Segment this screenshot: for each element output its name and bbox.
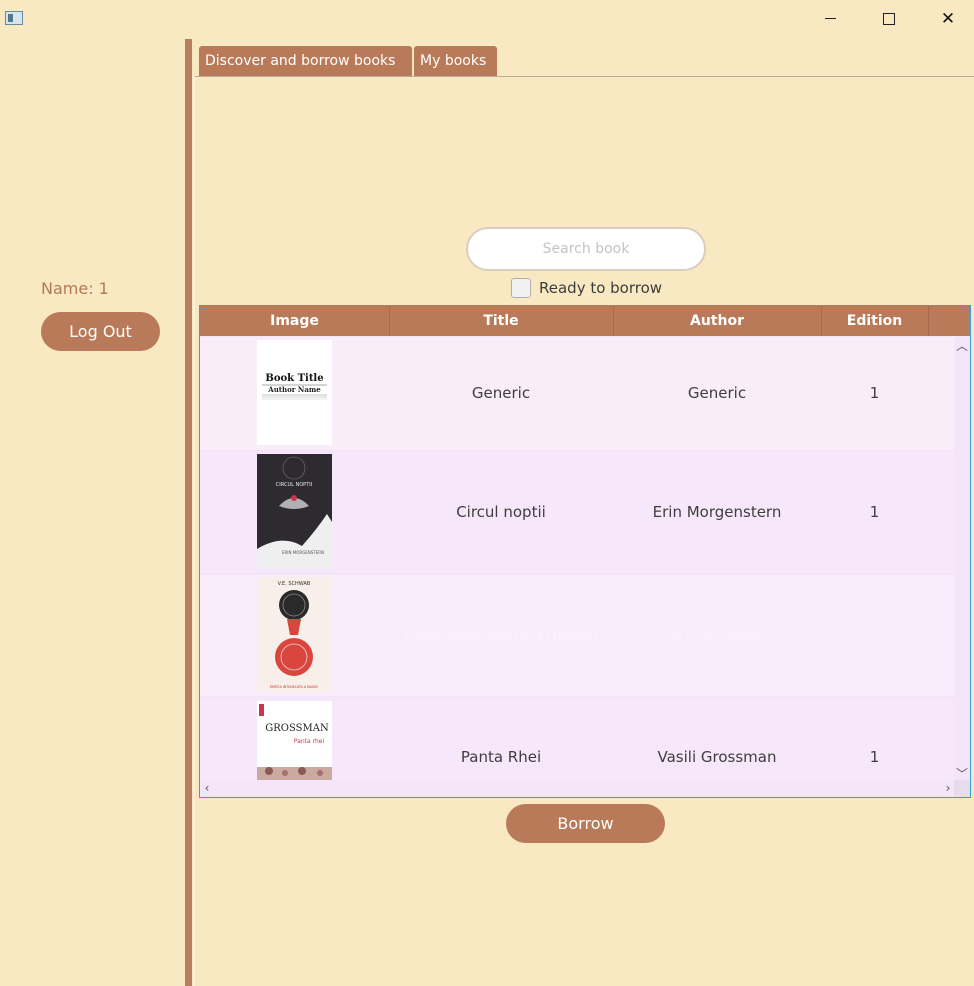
column-header-image[interactable]: Image bbox=[200, 306, 389, 336]
book-cover-image: V.E. SCHWAB PARTEA INTUNECATA A MAGIEI bbox=[257, 577, 332, 692]
table-row[interactable]: Book Title Author Name Generic Generic 1 bbox=[200, 337, 954, 450]
tab-header-line bbox=[194, 76, 974, 77]
edition-cell: 1 bbox=[869, 384, 880, 402]
minimize-icon[interactable] bbox=[820, 8, 842, 30]
cover-author-text: PARTEA INTUNECATA A MAGIEI bbox=[270, 685, 319, 689]
author-cell: Generic bbox=[687, 384, 747, 402]
search-input[interactable] bbox=[466, 227, 706, 271]
column-header-author[interactable]: Author bbox=[613, 306, 821, 336]
scroll-left-icon[interactable]: ‹ bbox=[200, 781, 214, 795]
close-icon[interactable]: ✕ bbox=[937, 8, 959, 30]
sidebar-divider[interactable] bbox=[185, 39, 192, 986]
app-window-icon bbox=[5, 11, 23, 25]
book-cover-image: CIRCUL NOPTII ERIN MORGENSTERN bbox=[257, 454, 332, 569]
title-cell: Parte intunecata a magiei bbox=[404, 626, 598, 644]
table-row[interactable]: GROSSMAN Panta rhei Panta Rhei Vasili Gr… bbox=[200, 698, 954, 780]
user-name-label: Name: 1 bbox=[41, 279, 109, 298]
vertical-scrollbar[interactable]: ︿ ﹀ bbox=[954, 337, 970, 781]
column-header-edition[interactable]: Edition bbox=[821, 306, 928, 336]
cover-title-text: Book Title bbox=[265, 373, 323, 384]
cover-title-text: V.E. SCHWAB bbox=[278, 581, 311, 587]
scroll-right-icon[interactable]: › bbox=[941, 781, 955, 795]
book-cover-image: Book Title Author Name bbox=[257, 340, 332, 445]
edition-cell: 1 bbox=[869, 503, 880, 521]
table-row[interactable]: V.E. SCHWAB PARTEA INTUNECATA A MAGIEI P… bbox=[200, 575, 954, 696]
scroll-up-icon[interactable]: ︿ bbox=[955, 337, 969, 354]
cover-author-text: Author Name bbox=[267, 385, 321, 394]
column-separator[interactable] bbox=[821, 306, 822, 336]
title-cell: Panta Rhei bbox=[460, 748, 542, 766]
author-cell: Vasili Grossman bbox=[657, 748, 777, 766]
table-header: Image Title Author Edition bbox=[200, 306, 970, 336]
ready-to-borrow-checkbox[interactable] bbox=[511, 278, 531, 298]
logout-button[interactable]: Log Out bbox=[41, 312, 160, 351]
books-table[interactable]: Image Title Author Edition Book Title Au… bbox=[199, 305, 971, 798]
cover-title-text: GROSSMAN bbox=[265, 723, 329, 734]
column-separator[interactable] bbox=[389, 306, 390, 336]
cover-author-text: Panta rhei bbox=[294, 738, 325, 745]
title-cell: Generic bbox=[471, 384, 531, 402]
tab-discover-borrow[interactable]: Discover and borrow books bbox=[199, 46, 412, 76]
scrollbar-corner bbox=[954, 780, 970, 797]
cover-author-text: ERIN MORGENSTERN bbox=[282, 550, 324, 555]
column-header-title[interactable]: Title bbox=[389, 306, 613, 336]
book-cover-image: GROSSMAN Panta rhei bbox=[257, 701, 332, 780]
borrow-button[interactable]: Borrow bbox=[506, 804, 665, 843]
title-cell: Circul noptii bbox=[456, 503, 546, 521]
tab-my-books[interactable]: My books bbox=[414, 46, 497, 76]
cover-title-text: CIRCUL NOPTII bbox=[276, 482, 312, 488]
author-cell: Erin Morgenstern bbox=[652, 503, 782, 521]
horizontal-scrollbar[interactable]: ‹ › bbox=[200, 780, 954, 797]
edition-cell: 1 bbox=[869, 748, 880, 766]
ready-to-borrow-label: Ready to borrow bbox=[539, 279, 663, 297]
maximize-icon[interactable] bbox=[878, 8, 900, 30]
edition-cell: 1 bbox=[869, 626, 880, 644]
column-separator[interactable] bbox=[613, 306, 614, 336]
author-cell: V.E. Schwab bbox=[671, 626, 763, 644]
tab-content-edge bbox=[193, 76, 195, 986]
table-row[interactable]: CIRCUL NOPTII ERIN MORGENSTERN Circul no… bbox=[200, 452, 954, 573]
column-separator[interactable] bbox=[928, 306, 929, 336]
